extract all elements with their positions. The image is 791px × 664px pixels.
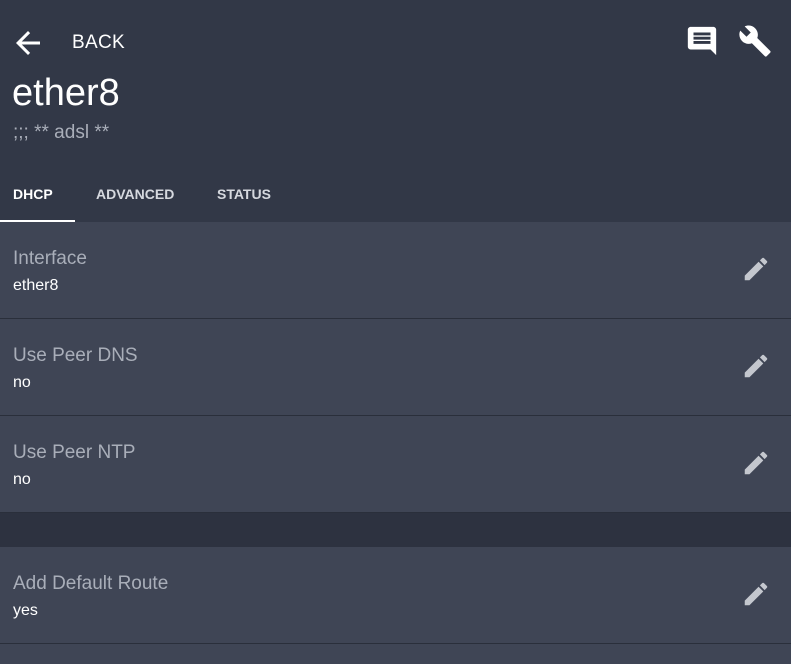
setting-label: Interface bbox=[13, 248, 87, 269]
setting-label: Use Peer NTP bbox=[13, 442, 136, 463]
comment-icon bbox=[685, 24, 719, 63]
tab-dhcp[interactable]: DHCP bbox=[0, 166, 75, 222]
edit-button[interactable] bbox=[741, 353, 771, 383]
section-divider bbox=[0, 513, 791, 547]
app-window: BACK ether8 ;;; ** adsl ** DHCP ADVANCED… bbox=[0, 0, 791, 664]
setting-row-use-peer-dns[interactable]: Use Peer DNS no bbox=[0, 319, 791, 416]
tab-bar: DHCP ADVANCED STATUS bbox=[0, 166, 317, 222]
setting-value: yes bbox=[13, 602, 38, 619]
setting-row-partial[interactable] bbox=[0, 644, 791, 664]
setting-row-use-peer-ntp[interactable]: Use Peer NTP no bbox=[0, 416, 791, 513]
pencil-icon bbox=[741, 254, 771, 289]
setting-value: ether8 bbox=[13, 277, 59, 294]
setting-row-interface[interactable]: Interface ether8 bbox=[0, 222, 791, 319]
tab-label: ADVANCED bbox=[96, 186, 175, 202]
tab-status[interactable]: STATUS bbox=[217, 166, 317, 222]
tab-label: DHCP bbox=[13, 186, 53, 202]
settings-list: Interface ether8 Use Peer DNS no Use Pee… bbox=[0, 222, 791, 664]
tab-advanced[interactable]: ADVANCED bbox=[75, 166, 217, 222]
setting-value: no bbox=[13, 374, 31, 391]
tab-label: STATUS bbox=[217, 186, 271, 202]
pencil-icon bbox=[741, 579, 771, 614]
edit-button[interactable] bbox=[741, 581, 771, 611]
setting-value: no bbox=[13, 471, 31, 488]
comment-button[interactable] bbox=[683, 24, 721, 62]
pencil-icon bbox=[741, 351, 771, 386]
setting-label: Use Peer DNS bbox=[13, 345, 138, 366]
arrow-left-icon bbox=[10, 25, 46, 61]
settings-button[interactable] bbox=[736, 24, 774, 62]
back-label: BACK bbox=[72, 32, 125, 53]
edit-button[interactable] bbox=[741, 256, 771, 286]
edit-button[interactable] bbox=[741, 450, 771, 480]
setting-row-add-default-route[interactable]: Add Default Route yes bbox=[0, 547, 791, 644]
wrench-icon bbox=[738, 24, 772, 63]
page-title: ether8 bbox=[12, 72, 120, 114]
pencil-icon bbox=[741, 448, 771, 483]
page-subtitle: ;;; ** adsl ** bbox=[13, 122, 110, 143]
header: BACK ether8 ;;; ** adsl ** DHCP ADVANCED… bbox=[0, 0, 791, 222]
back-button[interactable]: BACK bbox=[10, 24, 125, 62]
setting-label: Add Default Route bbox=[13, 573, 169, 594]
